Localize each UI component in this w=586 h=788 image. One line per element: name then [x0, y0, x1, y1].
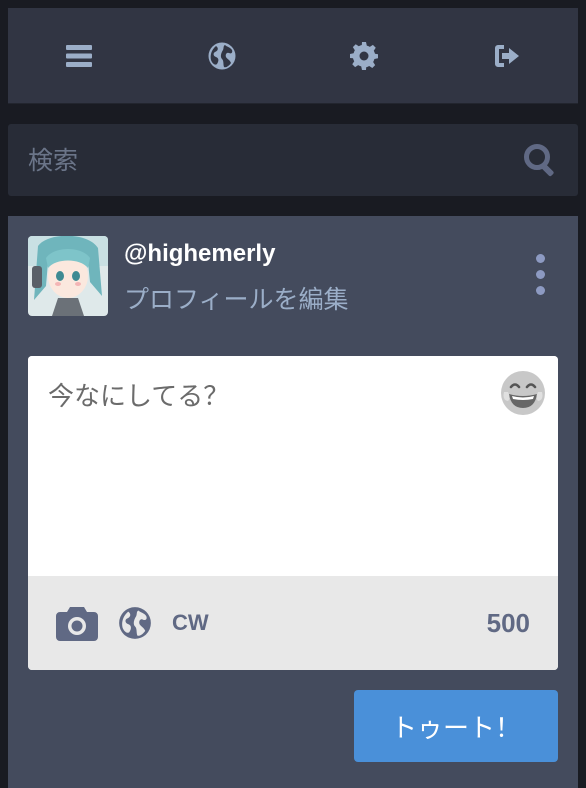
menu-button[interactable] — [49, 26, 109, 86]
character-counter: 500 — [486, 607, 530, 638]
gear-icon — [350, 41, 379, 70]
account-username[interactable]: @highemerly — [124, 240, 275, 268]
more-options-button[interactable] — [528, 254, 552, 298]
toot-button[interactable]: トゥート！ — [354, 690, 558, 762]
compose-panel: @highemerly プロフィールを編集 今なにしてる？ CW 500 トゥー… — [8, 216, 578, 788]
logout-button[interactable] — [477, 26, 537, 86]
camera-icon[interactable] — [56, 603, 98, 643]
account-header: @highemerly プロフィールを編集 — [28, 236, 558, 316]
emoji-picker-button[interactable] — [500, 370, 546, 416]
search-button[interactable] — [520, 140, 560, 180]
federated-timeline-button[interactable] — [192, 26, 252, 86]
sign-out-icon — [494, 44, 519, 67]
search-icon — [524, 144, 554, 177]
avatar-image — [28, 236, 108, 316]
search-bar — [8, 124, 578, 196]
ellipsis-dot — [535, 286, 545, 295]
content-warning-button[interactable]: CW — [172, 610, 209, 636]
compose-form: CW 500 — [28, 356, 558, 670]
menu-icon — [66, 44, 93, 67]
compose-options-bar: CW 500 — [28, 576, 558, 670]
avatar[interactable] — [28, 236, 108, 316]
ellipsis-dot — [535, 270, 545, 279]
settings-button[interactable] — [334, 26, 394, 86]
status-textarea[interactable] — [28, 356, 558, 576]
edit-profile-link[interactable]: プロフィールを編集 — [124, 280, 349, 316]
globe-icon — [208, 42, 236, 69]
ellipsis-vertical-icon — [535, 254, 545, 263]
search-input[interactable] — [8, 145, 520, 175]
globe-icon[interactable] — [118, 606, 152, 640]
navigation-header — [8, 8, 578, 104]
laughing-emoji-icon — [501, 371, 545, 415]
